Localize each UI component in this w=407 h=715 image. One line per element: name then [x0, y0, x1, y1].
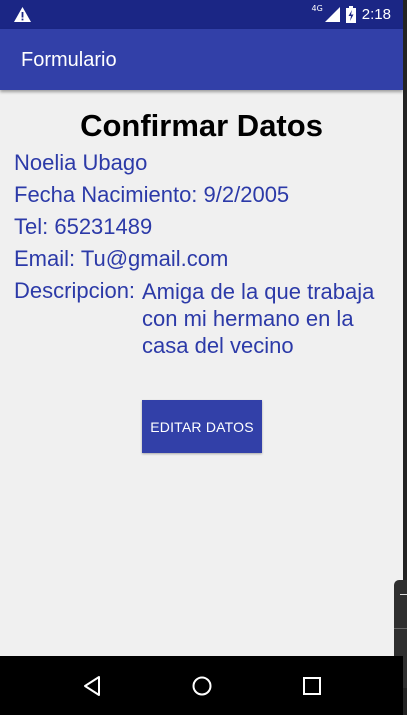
app-bar: Formulario: [0, 29, 403, 90]
app-title: Formulario: [21, 49, 117, 71]
battery-charging-icon: [345, 6, 356, 23]
back-icon: [84, 676, 100, 696]
email-text: Email: Tu@gmail.com: [14, 246, 229, 271]
minus-icon: [400, 594, 407, 595]
birth-date-text: Fecha Nacimiento: 9/2/2005: [14, 182, 290, 207]
signal-icon: [324, 7, 340, 22]
divider: [394, 628, 407, 629]
back-button[interactable]: [76, 670, 108, 702]
status-indicators: 4G 2:18: [311, 0, 391, 29]
warning-icon: [14, 7, 31, 22]
description-value: Amiga de la que trabaja con mi hermano e…: [142, 279, 375, 358]
home-button[interactable]: [186, 670, 218, 702]
network-type: 4G: [311, 4, 323, 13]
recents-icon: [303, 677, 321, 695]
description-label: Descripcion:: [14, 278, 136, 303]
status-bar: 4G 2:18: [0, 0, 403, 29]
name-text: Noelia Ubago: [14, 150, 148, 175]
recents-button[interactable]: [296, 670, 328, 702]
clock: 2:18: [361, 6, 391, 23]
phone-text: Tel: 65231489: [14, 214, 153, 239]
navigation-bar: [0, 656, 403, 715]
home-icon: [192, 676, 212, 696]
edit-data-button[interactable]: EDITAR DATOS: [142, 400, 262, 453]
page-title: Confirmar Datos: [80, 108, 323, 143]
